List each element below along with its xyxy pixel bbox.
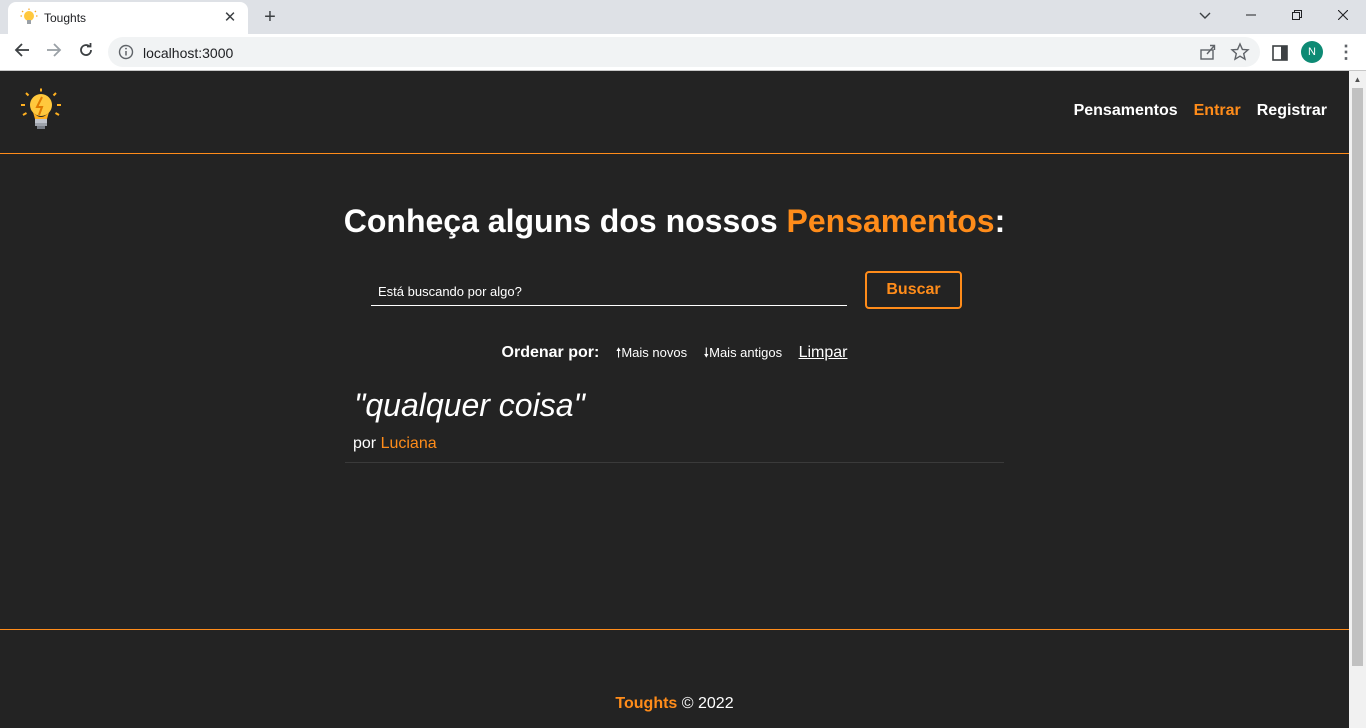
tab-search-icon[interactable] <box>1182 0 1228 30</box>
scroll-thumb[interactable] <box>1352 88 1363 666</box>
site-info-icon[interactable] <box>117 43 135 61</box>
nav-link-registrar[interactable]: Registrar <box>1257 102 1327 120</box>
site-header: Pensamentos Entrar Registrar <box>0 71 1349 154</box>
footer-brand: Toughts <box>615 695 678 712</box>
footer-copyright: © 2022 <box>677 695 734 712</box>
close-window-icon[interactable] <box>1320 0 1366 30</box>
address-bar[interactable]: localhost:3000 <box>108 37 1260 67</box>
search-button[interactable]: Buscar <box>865 271 962 309</box>
new-tab-button[interactable]: + <box>258 5 282 29</box>
footer-text: Toughts © 2022 <box>0 695 1349 713</box>
nav-link-pensamentos[interactable]: Pensamentos <box>1074 102 1178 120</box>
main-nav: Pensamentos Entrar Registrar <box>1074 102 1327 120</box>
restore-icon[interactable] <box>1274 0 1320 30</box>
forward-icon[interactable] <box>40 38 68 66</box>
thought-byline: por Luciana <box>353 435 437 453</box>
order-controls: Ordenar por: 🠕Mais novos 🠗Mais antigos L… <box>0 344 1349 366</box>
tab-close-icon[interactable]: ✕ <box>220 8 240 28</box>
bookmark-star-icon[interactable] <box>1230 42 1250 62</box>
url-text[interactable]: localhost:3000 <box>143 45 233 61</box>
nav-link-entrar[interactable]: Entrar <box>1194 102 1241 120</box>
page-title-suffix: : <box>994 203 1006 239</box>
page-viewport: Pensamentos Entrar Registrar Conheça alg… <box>0 71 1366 728</box>
main-content: Conheça alguns dos nossos Pensamentos: B… <box>0 155 1349 629</box>
browser-tab-bar: Toughts ✕ + <box>0 0 1366 34</box>
share-icon[interactable] <box>1198 42 1218 62</box>
thought-text: "qualquer coisa" <box>354 387 585 423</box>
back-icon[interactable] <box>8 38 36 66</box>
order-clear-link[interactable]: Limpar <box>799 344 848 361</box>
browser-menu-icon[interactable]: ⋮ <box>1336 41 1356 63</box>
scroll-up-icon[interactable]: ▲ <box>1349 71 1366 88</box>
minimize-icon[interactable] <box>1228 0 1274 30</box>
browser-tab[interactable]: Toughts ✕ <box>8 2 248 34</box>
tab-title: Toughts <box>44 11 87 25</box>
reload-icon[interactable] <box>72 38 100 66</box>
order-newest-link[interactable]: 🠕Mais novos <box>616 345 687 360</box>
order-oldest-link[interactable]: 🠗Mais antigos <box>704 345 783 360</box>
lightbulb-logo-icon[interactable] <box>20 88 64 132</box>
thought-card: "qualquer coisa" por Luciana <box>345 385 1004 463</box>
side-panel-icon[interactable] <box>1269 42 1291 64</box>
order-label: Ordenar por: <box>501 344 600 361</box>
browser-toolbar: localhost:3000 N ⋮ <box>0 34 1366 71</box>
search-input[interactable] <box>371 277 847 306</box>
profile-avatar[interactable]: N <box>1301 41 1323 63</box>
page-title-prefix: Conheça alguns dos nossos <box>343 203 787 239</box>
page-title-highlight: Pensamentos <box>786 203 995 239</box>
site-footer: Toughts © 2022 <box>0 629 1349 728</box>
scrollbar[interactable]: ▲ <box>1349 71 1366 728</box>
thought-by-label: por <box>353 435 381 452</box>
thought-author: Luciana <box>380 435 437 452</box>
page-title: Conheça alguns dos nossos Pensamentos: <box>0 203 1349 240</box>
lightbulb-favicon-icon <box>20 8 38 24</box>
